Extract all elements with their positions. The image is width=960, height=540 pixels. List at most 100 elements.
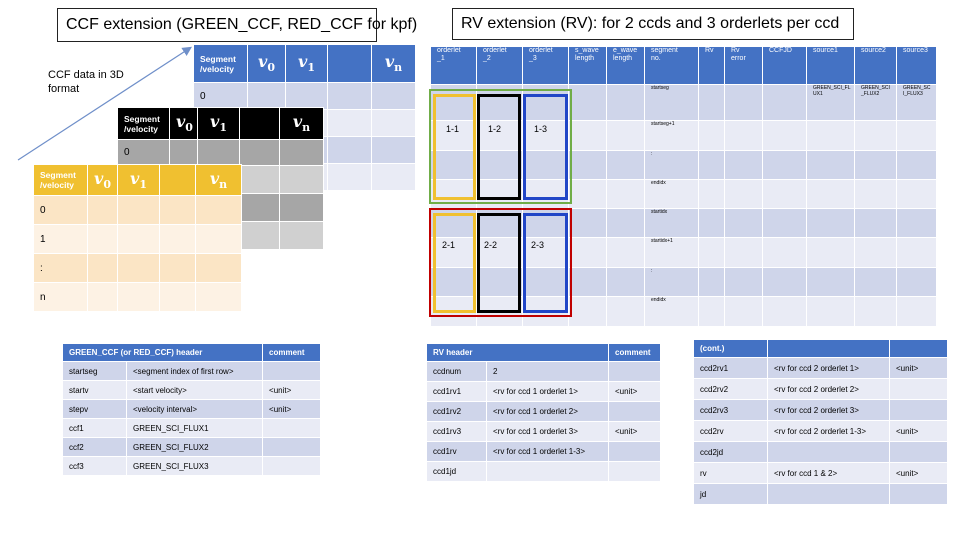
rv-cell (606, 84, 645, 121)
rv-cell (698, 208, 725, 238)
ccf-3d-note-line2: format (48, 83, 80, 95)
rv-segment-cell: startidx+1 (644, 237, 699, 268)
rv-cell (698, 120, 725, 151)
rv-cell (698, 179, 725, 209)
rv-col-header: CCFJD (762, 46, 807, 85)
rv-header-row: ccdnum 2 (426, 361, 661, 382)
rv-header-cell: ccdnum (426, 361, 487, 382)
yellow-row-3: n (33, 282, 88, 312)
ccf-3d-note: CCF data in 3D format (48, 68, 124, 96)
rv-segment-cell: endidx (644, 296, 699, 327)
ccd1-orderlet2-box (477, 94, 521, 200)
rv-header-cell: 2 (486, 361, 609, 382)
rv-cell (896, 120, 937, 151)
rv-cell (606, 179, 645, 209)
rv-col-header: segment no. (644, 46, 699, 85)
cont-header-cell: <rv for ccd 2 orderlet 2> (767, 378, 890, 400)
rv-cell (762, 296, 807, 327)
blue-header-segment: Segment/velocity (193, 44, 248, 83)
rv-header-cell: ccd1rv2 (426, 401, 487, 422)
rv-col-header: orderlet _2 (476, 46, 523, 85)
cont-header-cell: <rv for ccd 2 orderlet 1> (767, 357, 890, 379)
rv-cell (806, 150, 855, 180)
rv-cell (896, 208, 937, 238)
rv-header-cell (608, 461, 661, 482)
ccf-header-row: startseg <segment index of first row> (62, 361, 322, 381)
cont-header-cell: ccd2rv2 (693, 378, 768, 400)
cont-header-row: ccd2jd (693, 441, 948, 463)
cont-header-blank2 (889, 339, 948, 358)
rv-cell (762, 237, 807, 268)
rv-segment-cell: startidx (644, 208, 699, 238)
ccf-header-cell: ccf1 (62, 418, 127, 438)
rv-cell (568, 267, 607, 297)
cont-header-table: (cont.) ccd2rv1 <rv for ccd 2 orderlet 1>… (693, 339, 948, 505)
rv-header-table: RV header comment ccdnum 2 ccd1rv1 <rv for … (426, 343, 661, 482)
rv-cell (896, 296, 937, 327)
rv-col-header: source3 (896, 46, 937, 85)
rv-cell (724, 208, 763, 238)
rv-cell (806, 296, 855, 327)
rv-cell (568, 84, 607, 121)
rv-segment-cell: endidx (644, 179, 699, 209)
cont-header-cell: <unit> (889, 357, 948, 379)
ccf-header-row: stepv <velocity interval> <unit> (62, 399, 322, 419)
rv-cell (606, 150, 645, 180)
ccf-header-cell: GREEN_SCI_FLUX1 (125, 418, 264, 438)
ccd1-orderlet3-label: 1-3 (534, 124, 548, 134)
rv-header-cell (486, 461, 609, 482)
cont-header-row: ccd2rv2 <rv for ccd 2 orderlet 2> (693, 378, 948, 400)
ccd2-orderlet3-box (523, 213, 568, 313)
rv-col-header: orderlet _1 (430, 46, 477, 85)
ccd1-orderlet2-label: 1-2 (488, 124, 502, 134)
rv-header-cell: <rv for ccd 1 orderlet 3> (486, 421, 609, 442)
rv-header-cell (608, 361, 661, 382)
cont-header-row: jd (693, 483, 948, 505)
black-header-blank (239, 107, 280, 140)
rv-col-header: Rv (698, 46, 725, 85)
rv-cell (806, 179, 855, 209)
cont-header-cell (767, 441, 890, 463)
rv-cell (762, 208, 807, 238)
ccf-header-row: startv <start velocity> <unit> (62, 380, 322, 400)
black-header-v1: v1 (197, 107, 240, 140)
rv-cell (806, 120, 855, 151)
ccf-header-cell: startseg (62, 361, 127, 381)
rv-cell (568, 208, 607, 238)
rv-cell (806, 267, 855, 297)
rv-header-cell (608, 401, 661, 422)
ccd1-orderlet3-box (523, 94, 568, 200)
ccd2-orderlet1-box (433, 213, 476, 313)
ccf-header-cell: GREEN_SCI_FLUX3 (125, 456, 264, 476)
yellow-header-v0: v0 (87, 164, 118, 196)
ccf-header-row: ccf3 GREEN_SCI_FLUX3 (62, 456, 322, 476)
cont-header-cell: ccd2rv (693, 420, 768, 442)
ccf-header-cell: GREEN_SCI_FLUX2 (125, 437, 264, 457)
ccf-header-comment: comment (262, 343, 322, 362)
ccf-header-cell (262, 437, 322, 457)
yellow-row-1: 1 (33, 224, 88, 254)
ccd2-orderlet1-label: 2-1 (442, 240, 456, 250)
rv-cell (854, 267, 897, 297)
cont-header-row: rv <rv for ccd 1 & 2> <unit> (693, 462, 948, 484)
rv-header-cell: ccd1rv1 (426, 381, 487, 402)
rv-col-header: Rv error (724, 46, 763, 85)
cont-header-row: ccd2rv3 <rv for ccd 2 orderlet 3> (693, 399, 948, 421)
cont-header-row: ccd2rv1 <rv for ccd 2 orderlet 1> <unit> (693, 357, 948, 379)
rv-cell (724, 150, 763, 180)
rv-cell (606, 296, 645, 327)
blue-header-vn: vn (371, 44, 416, 83)
cont-header-cell (767, 483, 890, 505)
rv-header-title: RV header (426, 343, 609, 362)
rv-cell (568, 237, 607, 268)
rv-header-row: ccd1rv1 <rv for ccd 1 orderlet 1> <unit> (426, 381, 661, 402)
rv-cell (854, 120, 897, 151)
ccf-header-cell: <velocity interval> (125, 399, 264, 419)
ccd1-orderlet1-label: 1-1 (446, 124, 460, 134)
rv-cell (896, 267, 937, 297)
rv-cell (568, 296, 607, 327)
yellow-header-vn: vn (195, 164, 242, 196)
ccf-header-cell: ccf2 (62, 437, 127, 457)
cont-header-cell (889, 441, 948, 463)
rv-cell (724, 84, 763, 121)
